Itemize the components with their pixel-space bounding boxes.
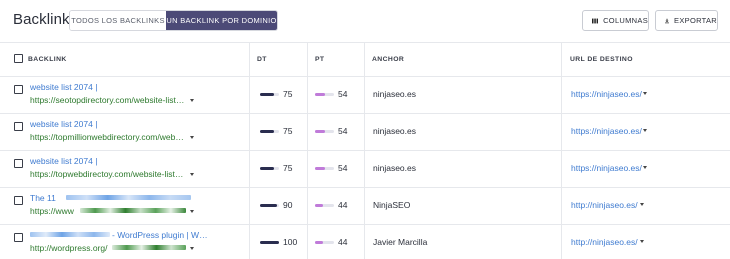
col-anchor[interactable]: ANCHOR	[372, 56, 404, 63]
view-toggle: TODOS LOS BACKLINKS UN BACKLINK POR DOMI…	[69, 10, 278, 31]
backlink-title[interactable]: The 11	[30, 193, 56, 203]
anchor-text: NinjaSEO	[373, 200, 411, 210]
columns-button[interactable]: COLUMNAS	[582, 10, 649, 31]
backlink-title[interactable]: website list 2074 |	[30, 119, 97, 129]
col-dt[interactable]: DT	[257, 56, 267, 63]
pt-value: 54	[338, 126, 348, 136]
backlink-url[interactable]: http://wordpress.org/	[30, 243, 107, 253]
pt-bar	[315, 93, 325, 96]
columns-label: COLUMNAS	[603, 16, 648, 25]
row-checkbox[interactable]	[14, 159, 23, 168]
row-checkbox[interactable]	[14, 122, 23, 131]
pt-value: 54	[338, 89, 348, 99]
columns-icon	[592, 18, 599, 23]
chevron-down-icon[interactable]	[643, 129, 647, 132]
backlink-title[interactable]: website list 2074 |	[30, 82, 97, 92]
target-url[interactable]: https://ninjaseo.es/	[571, 126, 642, 136]
pt-bar	[315, 241, 323, 244]
tab-all-backlinks[interactable]: TODOS LOS BACKLINKS	[70, 11, 166, 30]
dt-value: 75	[283, 163, 293, 173]
anchor-text: Javier Marcilla	[373, 237, 428, 247]
chevron-down-icon[interactable]	[640, 240, 644, 243]
table-header: BACKLINK DT PT ANCHOR URL DE DESTINO	[0, 43, 730, 77]
target-url[interactable]: https://ninjaseo.es/	[571, 89, 642, 99]
table-row: The 11 https://www 90 44 NinjaSEO http:/…	[0, 188, 730, 225]
target-url[interactable]: http://ninjaseo.es/	[571, 237, 638, 247]
target-url[interactable]: https://ninjaseo.es/	[571, 163, 642, 173]
row-checkbox[interactable]	[14, 233, 23, 242]
row-checkbox[interactable]	[14, 196, 23, 205]
table-row: website list 2074 | https://seotopdirect…	[0, 77, 730, 114]
select-all-checkbox[interactable]	[14, 54, 23, 63]
chevron-down-icon[interactable]	[190, 210, 194, 213]
backlink-url[interactable]: https://topwebdirectoy.com/website-list…	[30, 169, 183, 179]
download-icon	[665, 18, 670, 23]
dt-bar	[260, 241, 279, 244]
dt-value: 75	[283, 126, 293, 136]
col-pt[interactable]: PT	[315, 56, 325, 63]
target-url[interactable]: http://ninjaseo.es/	[571, 200, 638, 210]
dt-bar	[260, 167, 274, 170]
backlink-title[interactable]: website list 2074 |	[30, 156, 97, 166]
tab-one-per-domain[interactable]: UN BACKLINK POR DOMINIO	[166, 11, 277, 30]
col-backlink[interactable]: BACKLINK	[28, 56, 67, 63]
chevron-down-icon[interactable]	[190, 173, 194, 176]
pt-bar	[315, 130, 325, 133]
pt-value: 54	[338, 163, 348, 173]
table-row: website list 2074 | https://topwebdirect…	[0, 151, 730, 188]
chevron-down-icon[interactable]	[190, 99, 194, 102]
anchor-text: ninjaseo.es	[373, 163, 417, 173]
col-target-url[interactable]: URL DE DESTINO	[570, 56, 633, 63]
chevron-down-icon[interactable]	[190, 136, 194, 139]
page-header: Backlinks TODOS LOS BACKLINKS UN BACKLIN…	[0, 0, 730, 42]
row-checkbox[interactable]	[14, 85, 23, 94]
chevron-down-icon[interactable]	[643, 166, 647, 169]
redacted-text	[66, 195, 191, 200]
page-title: Backlinks	[13, 11, 78, 28]
redacted-text	[112, 245, 186, 250]
redacted-text	[80, 208, 186, 213]
backlink-url[interactable]: https://www	[30, 206, 74, 216]
table-row: - WordPress plugin | W… http://wordpress…	[0, 225, 730, 259]
table-row: website list 2074 | https://topmillionwe…	[0, 114, 730, 151]
chevron-down-icon[interactable]	[190, 247, 194, 250]
dt-bar	[260, 130, 274, 133]
pt-bar	[315, 167, 325, 170]
chevron-down-icon[interactable]	[640, 203, 644, 206]
pt-bar	[315, 204, 323, 207]
anchor-text: ninjaseo.es	[373, 89, 417, 99]
redacted-text	[30, 232, 110, 237]
dt-value: 75	[283, 89, 293, 99]
export-label: EXPORTAR	[674, 16, 717, 25]
chevron-down-icon[interactable]	[643, 92, 647, 95]
anchor-text: ninjaseo.es	[373, 126, 417, 136]
backlink-title[interactable]: - WordPress plugin | W…	[112, 230, 208, 240]
dt-bar	[260, 93, 274, 96]
backlink-url[interactable]: https://seotopdirectory.com/website-list…	[30, 95, 184, 105]
dt-value: 100	[283, 237, 298, 247]
dt-value: 90	[283, 200, 293, 210]
export-button[interactable]: EXPORTAR	[655, 10, 718, 31]
backlinks-table: BACKLINK DT PT ANCHOR URL DE DESTINO web…	[0, 42, 730, 259]
backlink-url[interactable]: https://topmillionwebdirectory.com/web…	[30, 132, 184, 142]
pt-value: 44	[338, 237, 348, 247]
pt-value: 44	[338, 200, 348, 210]
dt-bar	[260, 204, 277, 207]
